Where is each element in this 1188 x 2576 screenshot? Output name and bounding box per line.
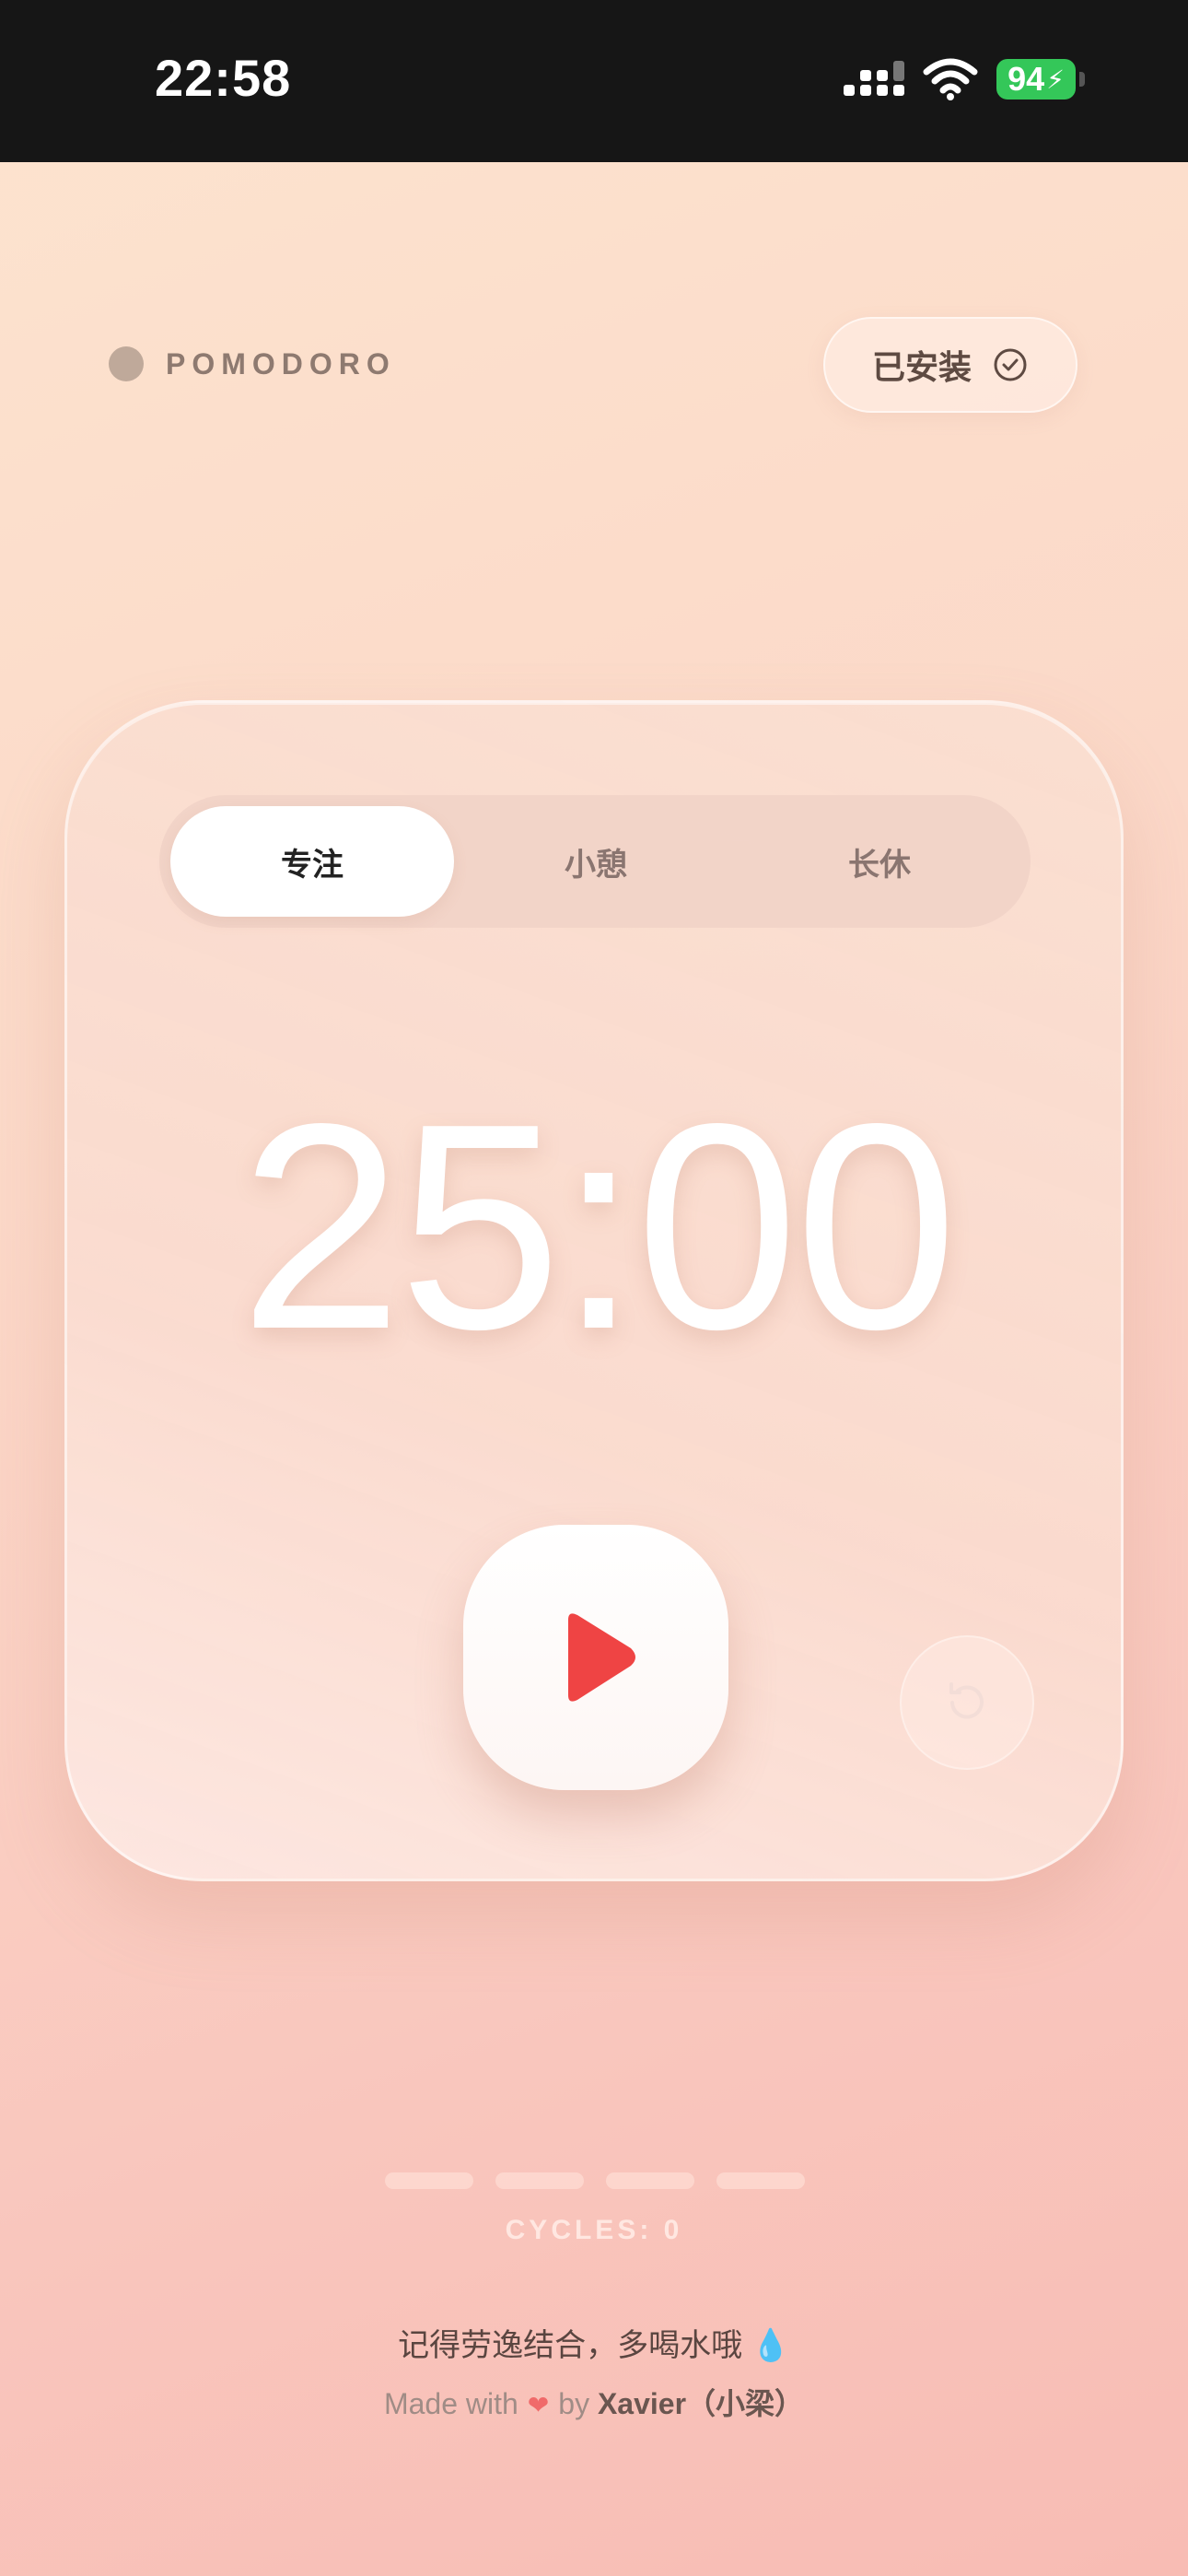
heart-icon: ❤ bbox=[527, 2391, 550, 2419]
status-time: 22:58 bbox=[155, 49, 292, 107]
play-icon bbox=[568, 1613, 635, 1702]
cycle-slot bbox=[495, 2172, 584, 2189]
cycle-slot bbox=[716, 2172, 805, 2189]
timer-card: 专注 小憩 长休 25:00 bbox=[64, 700, 1124, 1881]
cycles-count: CYCLES: 0 bbox=[505, 2215, 683, 2245]
reset-icon bbox=[949, 1682, 984, 1719]
brand-dot-icon bbox=[109, 346, 144, 381]
footer-credit: Made with ❤ by Xavier（小梁） bbox=[0, 2381, 1188, 2423]
cycle-slot bbox=[606, 2172, 694, 2189]
cellular-signal-icon bbox=[844, 61, 904, 96]
battery-cap bbox=[1079, 72, 1085, 87]
by-text: by bbox=[558, 2387, 590, 2420]
check-circle-icon bbox=[994, 348, 1027, 381]
wifi-icon bbox=[923, 58, 978, 100]
cycle-progress bbox=[385, 2172, 805, 2189]
timer-display: 25:00 bbox=[239, 1063, 958, 1390]
charging-bolt-icon: ⚡ bbox=[1046, 64, 1065, 94]
tab-long-break[interactable]: 长休 bbox=[738, 806, 1021, 917]
status-bar: 22:58 94 ⚡ bbox=[0, 0, 1188, 162]
author-link[interactable]: Xavier（小梁） bbox=[598, 2387, 804, 2420]
made-with-text: Made with bbox=[383, 2387, 518, 2420]
mode-tabs: 专注 小憩 长休 bbox=[159, 795, 1031, 928]
tab-focus[interactable]: 专注 bbox=[170, 806, 454, 917]
reset-button[interactable] bbox=[900, 1635, 1034, 1770]
installed-label: 已安装 bbox=[871, 348, 972, 386]
tab-short-break[interactable]: 小憩 bbox=[454, 806, 738, 917]
battery-level: 94 bbox=[1007, 60, 1045, 98]
footer-tip: 记得劳逸结合，多喝水哦 💧 bbox=[398, 2328, 790, 2363]
battery-indicator: 94 ⚡ bbox=[996, 59, 1076, 100]
play-button[interactable] bbox=[463, 1525, 728, 1790]
installed-button[interactable]: 已安装 bbox=[823, 317, 1077, 413]
brand-title: POMODORO bbox=[166, 346, 396, 381]
brand: POMODORO bbox=[109, 346, 396, 381]
cycle-slot bbox=[385, 2172, 473, 2189]
